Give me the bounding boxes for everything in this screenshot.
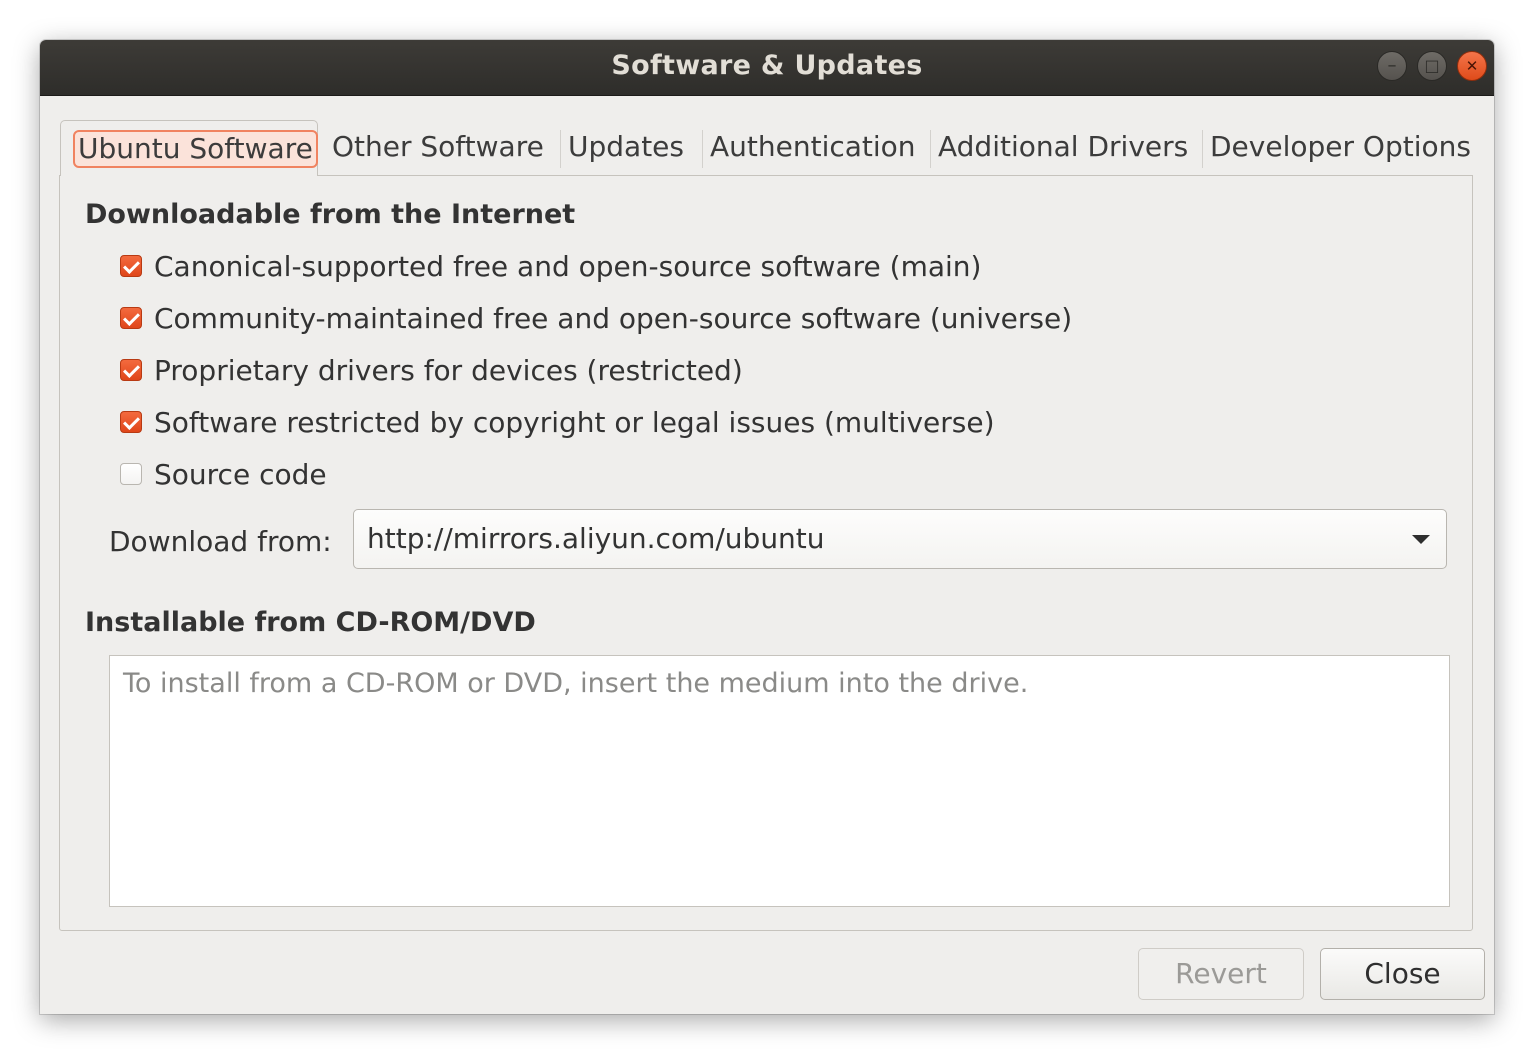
software-updates-window: Software & Updates – □ ✕ Ubuntu Software… [40, 40, 1494, 1014]
tab-label: Developer Options [1210, 130, 1471, 163]
tab-label: Updates [568, 130, 684, 163]
tab-label: Ubuntu Software [73, 130, 318, 168]
revert-button[interactable]: Revert [1138, 948, 1304, 1000]
download-from-label: Download from: [109, 525, 332, 558]
tab-authentication[interactable]: Authentication [702, 120, 916, 174]
checkbox-checked-icon[interactable] [120, 411, 142, 433]
close-window-button[interactable]: ✕ [1457, 51, 1487, 81]
checkbox-checked-icon[interactable] [120, 359, 142, 381]
checkbox-unchecked-icon[interactable] [120, 463, 142, 485]
checkbox-checked-icon[interactable] [120, 255, 142, 277]
tab-other-software[interactable]: Other Software [332, 120, 544, 174]
close-icon: ✕ [1465, 57, 1479, 75]
title-bar[interactable]: Software & Updates – □ ✕ [40, 40, 1494, 96]
option-restricted[interactable]: Proprietary drivers for devices (restric… [120, 352, 743, 388]
close-button[interactable]: Close [1320, 948, 1485, 1000]
maximize-button[interactable]: □ [1417, 51, 1447, 81]
window-title: Software & Updates [611, 50, 923, 81]
tab-label: Authentication [710, 130, 916, 163]
tab-ubuntu-software[interactable]: Ubuntu Software [60, 120, 318, 176]
option-label: Proprietary drivers for devices (restric… [154, 353, 743, 387]
checkbox-checked-icon[interactable] [120, 307, 142, 329]
tab-bar: Ubuntu Software Other Software Updates A… [60, 120, 1475, 176]
tab-updates[interactable]: Updates [560, 120, 684, 174]
internet-section-heading: Downloadable from the Internet [85, 199, 576, 230]
option-label: Software restricted by copyright or lega… [154, 405, 995, 439]
minimize-button[interactable]: – [1377, 51, 1407, 81]
download-server-dropdown[interactable]: http://mirrors.aliyun.com/ubuntu [353, 509, 1447, 569]
tab-additional-drivers[interactable]: Additional Drivers [929, 120, 1189, 174]
option-universe[interactable]: Community-maintained free and open-sourc… [120, 300, 1072, 336]
tab-label: Additional Drivers [938, 130, 1189, 163]
ubuntu-software-panel: Downloadable from the Internet Canonical… [59, 175, 1473, 931]
minimize-icon: – [1387, 55, 1397, 76]
download-server-value: http://mirrors.aliyun.com/ubuntu [367, 522, 825, 555]
cdrom-section-heading: Installable from CD-ROM/DVD [85, 607, 536, 638]
tab-label: Other Software [332, 130, 544, 163]
option-source-code[interactable]: Source code [120, 456, 327, 492]
maximize-icon: □ [1424, 56, 1440, 75]
option-main[interactable]: Canonical-supported free and open-source… [120, 248, 981, 284]
option-label: Source code [154, 457, 327, 491]
cdrom-placeholder-text: To install from a CD-ROM or DVD, insert … [123, 668, 1029, 699]
cdrom-list[interactable]: To install from a CD-ROM or DVD, insert … [109, 655, 1450, 907]
option-label: Canonical-supported free and open-source… [154, 249, 982, 283]
tab-developer-options[interactable]: Developer Options [1202, 120, 1471, 174]
chevron-down-icon [1412, 535, 1430, 544]
option-multiverse[interactable]: Software restricted by copyright or lega… [120, 404, 995, 440]
option-label: Community-maintained free and open-sourc… [154, 301, 1073, 335]
